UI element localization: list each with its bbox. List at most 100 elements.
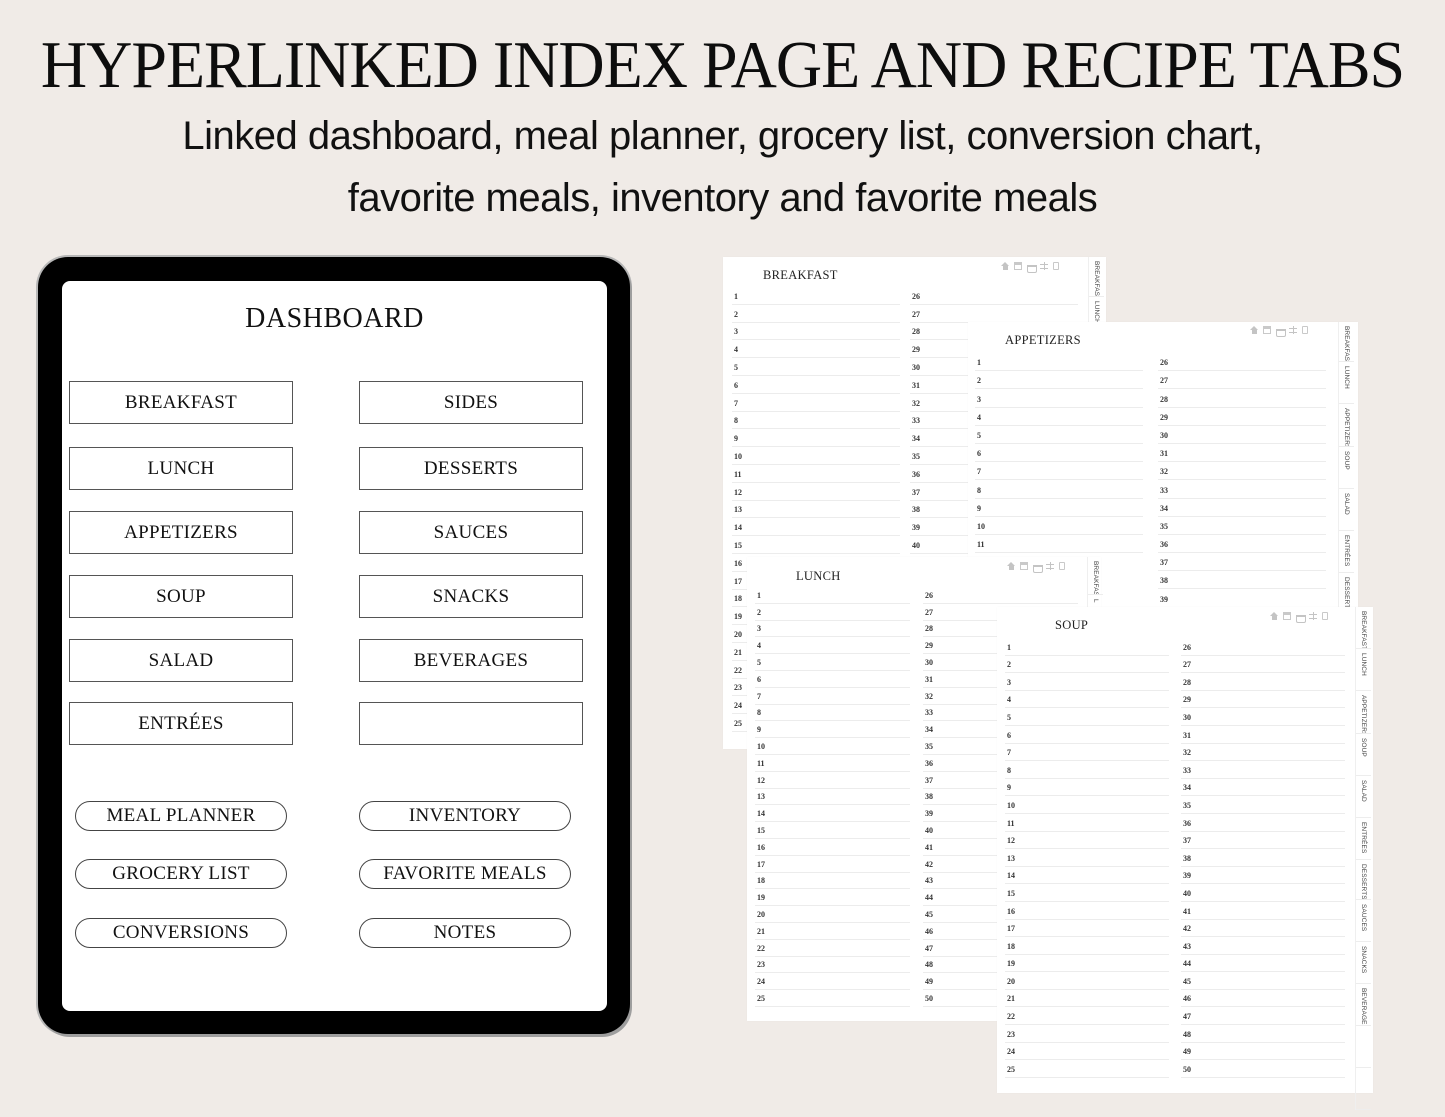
recipe-line[interactable]: 26 (910, 287, 1078, 305)
recipe-line[interactable]: 32 (1158, 462, 1326, 481)
recipe-line[interactable]: 5 (755, 654, 910, 671)
recipe-line[interactable]: 1 (755, 587, 910, 604)
basket-icon[interactable] (1027, 262, 1037, 273)
recipe-line[interactable]: 14 (1005, 867, 1169, 885)
basket-icon[interactable] (1296, 612, 1306, 623)
recipe-line[interactable]: 6 (975, 444, 1143, 463)
side-tab-desserts[interactable]: DESSERTS (1356, 860, 1371, 900)
category-button-snacks[interactable]: SNACKS (359, 575, 583, 618)
recipe-line[interactable]: 26 (923, 587, 1078, 604)
basket-icon[interactable] (1033, 562, 1043, 573)
recipe-line[interactable]: 48 (1181, 1025, 1345, 1043)
recipe-line[interactable]: 37 (1158, 553, 1326, 572)
recipe-line[interactable]: 47 (1181, 1007, 1345, 1026)
side-tab-breakfast[interactable]: BREAKFAST (1339, 322, 1354, 362)
recipe-line[interactable]: 9 (755, 721, 910, 739)
side-tab-blank[interactable] (1356, 1026, 1371, 1068)
recipe-line[interactable]: 7 (1005, 744, 1169, 762)
recipe-line[interactable]: 42 (1181, 920, 1345, 938)
recipe-line[interactable]: 49 (1181, 1043, 1345, 1061)
recipe-line[interactable]: 24 (1005, 1043, 1169, 1061)
recipe-line[interactable]: 9 (1005, 779, 1169, 797)
recipe-line[interactable]: 26 (1181, 638, 1345, 656)
recipe-line[interactable]: 39 (1181, 867, 1345, 885)
recipe-line[interactable]: 10 (975, 517, 1143, 535)
recipe-line[interactable]: 8 (732, 412, 900, 430)
recipe-line[interactable]: 5 (1005, 708, 1169, 726)
recipe-line[interactable]: 22 (1005, 1007, 1169, 1026)
side-tab-lunch[interactable]: LUNCH (1356, 649, 1371, 691)
calendar-icon[interactable] (1014, 262, 1022, 270)
category-button-sides[interactable]: SIDES (359, 381, 583, 424)
side-tab-appetizers[interactable]: APPETIZERS (1356, 691, 1371, 734)
recipe-line[interactable]: 12 (755, 772, 910, 789)
category-button-lunch[interactable]: LUNCH (69, 447, 293, 490)
calendar-icon[interactable] (1263, 326, 1271, 334)
recipe-line[interactable]: 8 (975, 480, 1143, 499)
side-tab-salad[interactable]: SALAD (1356, 776, 1371, 818)
recipe-line[interactable]: 9 (732, 429, 900, 448)
recipe-line[interactable]: 13 (732, 501, 900, 519)
recipe-line[interactable]: 25 (1005, 1060, 1169, 1078)
home-icon[interactable] (1250, 326, 1258, 334)
notes-icon[interactable] (1053, 262, 1059, 270)
recipe-line[interactable]: 43 (1181, 937, 1345, 955)
recipe-line[interactable]: 8 (1005, 761, 1169, 779)
calendar-icon[interactable] (1283, 612, 1291, 620)
side-tab-entr-es[interactable]: ENTRÉES (1356, 818, 1371, 860)
side-tab-salad[interactable]: SALAD (1339, 489, 1354, 531)
recipe-line[interactable]: 4 (975, 408, 1143, 426)
recipe-line[interactable]: 17 (1005, 920, 1169, 938)
recipe-line[interactable]: 36 (1181, 814, 1345, 832)
side-tab-blank[interactable] (1356, 1068, 1371, 1110)
recipe-line[interactable]: 22 (755, 940, 910, 957)
recipe-line[interactable]: 4 (732, 340, 900, 359)
recipe-line[interactable]: 4 (755, 637, 910, 655)
recipe-line[interactable]: 28 (1158, 389, 1326, 408)
notes-icon[interactable] (1059, 562, 1065, 570)
side-tab-snacks[interactable]: SNACKS (1356, 942, 1371, 984)
recipe-line[interactable]: 3 (975, 389, 1143, 408)
recipe-line[interactable]: 41 (1181, 902, 1345, 920)
recipe-line[interactable]: 26 (1158, 353, 1326, 372)
notes-icon[interactable] (1302, 326, 1308, 334)
side-tab-soup[interactable]: SOUP (1356, 734, 1371, 776)
side-tab-entr-es[interactable]: ENTRÉES (1339, 531, 1354, 573)
scale-icon[interactable] (1040, 262, 1048, 270)
link-button-conversions[interactable]: CONVERSIONS (75, 918, 287, 948)
recipe-line[interactable]: 15 (732, 536, 900, 554)
recipe-line[interactable]: 35 (1158, 517, 1326, 535)
recipe-line[interactable]: 4 (1005, 691, 1169, 709)
recipe-line[interactable]: 37 (1181, 832, 1345, 850)
home-icon[interactable] (1007, 562, 1015, 570)
recipe-line[interactable]: 31 (1158, 444, 1326, 463)
recipe-line[interactable]: 27 (910, 305, 1078, 323)
home-icon[interactable] (1270, 612, 1278, 620)
recipe-line[interactable]: 38 (1158, 571, 1326, 590)
recipe-line[interactable]: 2 (1005, 656, 1169, 674)
recipe-line[interactable]: 30 (1181, 708, 1345, 726)
recipe-line[interactable]: 5 (975, 426, 1143, 444)
side-tab-breakfast[interactable]: BREAKFAST (1088, 557, 1103, 595)
recipe-line[interactable]: 2 (975, 371, 1143, 390)
recipe-line[interactable]: 19 (1005, 955, 1169, 973)
recipe-line[interactable]: 9 (975, 499, 1143, 517)
recipe-line[interactable]: 21 (755, 923, 910, 940)
recipe-line[interactable]: 7 (732, 394, 900, 412)
recipe-line[interactable]: 28 (1181, 673, 1345, 691)
recipe-line[interactable]: 12 (1005, 832, 1169, 850)
recipe-line[interactable]: 3 (732, 323, 900, 341)
recipe-line[interactable]: 31 (1181, 726, 1345, 744)
recipe-line[interactable]: 30 (1158, 426, 1326, 444)
category-button-sauces[interactable]: SAUCES (359, 511, 583, 554)
recipe-line[interactable]: 27 (1181, 656, 1345, 674)
side-tab-soup[interactable]: SOUP (1339, 447, 1354, 489)
recipe-line[interactable]: 6 (755, 671, 910, 688)
recipe-line[interactable]: 6 (732, 376, 900, 394)
side-tab-sauces[interactable]: SAUCES (1356, 900, 1371, 942)
recipe-line[interactable]: 1 (975, 353, 1143, 372)
link-button-favorite-meals[interactable]: FAVORITE MEALS (359, 859, 571, 889)
recipe-line[interactable]: 15 (755, 822, 910, 839)
link-button-grocery-list[interactable]: GROCERY LIST (75, 859, 287, 889)
category-button-salad[interactable]: SALAD (69, 639, 293, 682)
